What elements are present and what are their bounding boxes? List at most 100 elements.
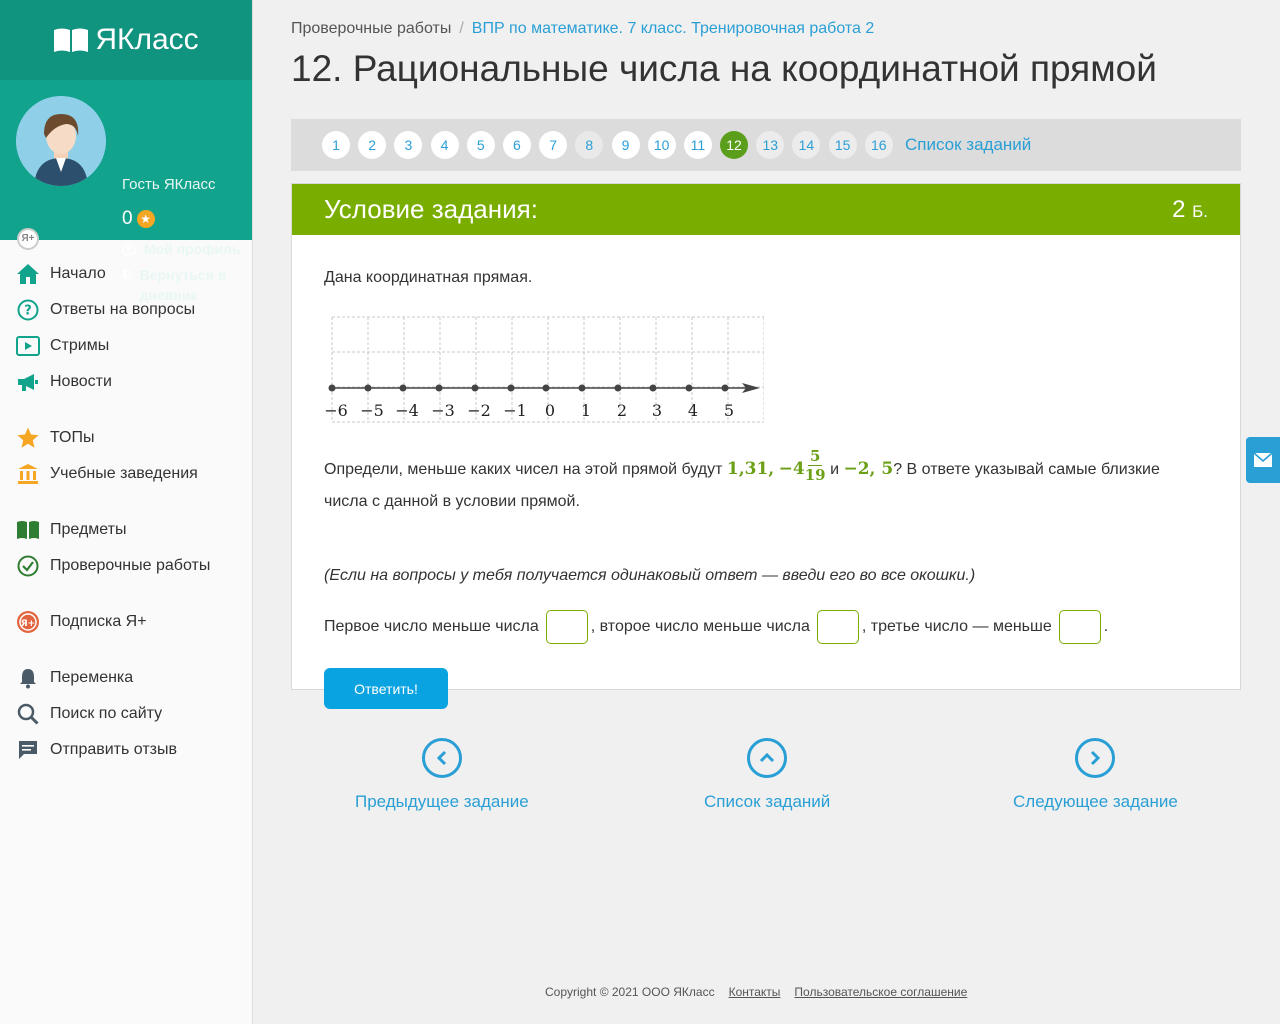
pager-page-12[interactable]: 12 <box>720 131 749 159</box>
task-header-title: Условие задания: <box>324 194 538 224</box>
pager-task-list-link[interactable]: Список заданий <box>905 135 1031 155</box>
task-body: Дана координатная прямая. −6 −5 −4 −3 −2 −1 0 1… <box>292 235 1240 709</box>
nav-label: Проверочные работы <box>50 557 211 574</box>
pager-page-15[interactable]: 15 <box>828 131 857 159</box>
answer-input-1[interactable] <box>545 610 588 644</box>
pager-page-7[interactable]: 7 <box>539 131 568 159</box>
sidebar: ЯКласс Я+ Гость ЯКласс 0 ★ Мой профиль В <box>0 0 253 1024</box>
nav-item-news[interactable]: Новости <box>0 364 252 400</box>
axis-point <box>507 384 515 392</box>
number-3: −2, 5 <box>843 459 894 479</box>
number-2-fraction: 5 19 <box>805 447 826 484</box>
yaplus-badge: Я+ <box>17 228 39 250</box>
nav-label: Стримы <box>50 337 110 354</box>
task-intro: Дана координатная прямая. <box>324 269 533 286</box>
pager-page-1[interactable]: 1 <box>322 131 350 159</box>
next-task-link[interactable]: Следующее задание <box>1013 738 1178 812</box>
task-points: 2 Б. <box>1172 196 1208 224</box>
pager-page-6[interactable]: 6 <box>502 131 531 159</box>
number-line: −6 −5 −4 −3 −2 −1 0 1 2 3 4 5 <box>324 316 764 423</box>
nav-item-search[interactable]: Поиск по сайту <box>0 696 252 732</box>
axis-point <box>649 384 657 392</box>
page-title: 12. Рациональные числа на координатной п… <box>291 48 1157 89</box>
axis-point <box>399 384 407 392</box>
nav-item-break[interactable]: Переменка <box>0 660 252 696</box>
user-box: Я+ Гость ЯКласс 0 ★ Мой профиль Вернутьс… <box>0 80 252 303</box>
task-list-label: Список заданий <box>704 792 831 811</box>
breadcrumb-item-vpr[interactable]: ВПР по математике. 7 класс. Тренировочна… <box>472 20 875 37</box>
nav-item-answers[interactable]: ? Ответы на вопросы <box>0 292 252 328</box>
number-1: 1,31, <box>726 459 775 479</box>
star-icon <box>16 426 40 450</box>
pager-pages: 1 2 3 4 5 6 7 8 9 10 11 12 13 14 15 16 <box>322 131 901 159</box>
nav-item-subscription[interactable]: Я+ Подписка Я+ <box>0 604 252 640</box>
axis-tick-label: 3 <box>652 401 662 420</box>
answer-input-2[interactable] <box>816 610 859 644</box>
search-icon <box>16 702 40 726</box>
answer-text-2: , второе число меньше числа <box>590 618 810 635</box>
nav-item-tops[interactable]: ТОПы <box>0 420 252 456</box>
contacts-link[interactable]: Контакты <box>729 985 781 999</box>
pager-page-5[interactable]: 5 <box>466 131 495 159</box>
answer-text-3: , третье число — меньше <box>861 618 1052 635</box>
answer-text-4: . <box>1103 618 1109 635</box>
question-prefix: Определи, меньше каких чисел на этой пря… <box>324 461 723 478</box>
copyright: Copyright © 2021 ООО ЯКласс <box>545 985 715 999</box>
axis-point <box>435 384 443 392</box>
task-question: Определи, меньше каких чисел на этой пря… <box>324 447 1204 518</box>
answer-text-1: Первое число меньше числа <box>324 618 539 635</box>
axis-point <box>542 384 550 392</box>
pager-page-10[interactable]: 10 <box>647 131 676 159</box>
nav-item-streams[interactable]: Стримы <box>0 328 252 364</box>
answer-row: Первое число меньше числа , второе число… <box>324 610 1108 644</box>
brand-name: ЯКласс <box>95 23 199 56</box>
nav-item-institutions[interactable]: Учебные заведения <box>0 456 252 492</box>
prev-task-link[interactable]: Предыдущее задание <box>355 738 529 812</box>
pager-page-11[interactable]: 11 <box>683 131 712 159</box>
axis-tick-label: 1 <box>581 401 591 420</box>
next-task-label: Следующее задание <box>1013 792 1178 811</box>
chevron-up-icon <box>747 738 788 778</box>
pager-page-2[interactable]: 2 <box>358 131 387 159</box>
nav-label: ТОПы <box>50 429 95 446</box>
feedback-tab[interactable] <box>1246 437 1280 483</box>
axis-point <box>685 384 693 392</box>
user-score: 0 ★ <box>122 208 155 230</box>
axis-point <box>578 384 586 392</box>
and-word: и <box>830 461 839 478</box>
pager-page-3[interactable]: 3 <box>394 131 423 159</box>
megaphone-icon <box>16 370 40 394</box>
pager-page-14[interactable]: 14 <box>792 131 821 159</box>
submit-answer-button[interactable]: Ответить! <box>324 668 448 709</box>
pager-page-8[interactable]: 8 <box>575 131 604 159</box>
answer-input-3[interactable] <box>1058 610 1101 644</box>
nav-item-home[interactable]: Начало <box>0 256 252 292</box>
axis-tick-label: 4 <box>688 401 698 420</box>
breadcrumb-item-tests[interactable]: Проверочные работы <box>291 20 451 37</box>
nav-label: Новости <box>50 373 112 390</box>
question-icon: ? <box>16 298 40 322</box>
points-value: 2 <box>1172 195 1186 223</box>
pager-page-13[interactable]: 13 <box>756 131 785 159</box>
nav-item-subjects[interactable]: Предметы <box>0 512 252 548</box>
axis-tick-label: −1 <box>503 401 527 420</box>
nav-label: Поиск по сайту <box>50 705 163 722</box>
pager-page-9[interactable]: 9 <box>611 131 640 159</box>
nav-item-feedback[interactable]: Отправить отзыв <box>0 732 252 768</box>
pager-page-4[interactable]: 4 <box>430 131 459 159</box>
pager-page-16[interactable]: 16 <box>864 131 893 159</box>
chevron-right-icon <box>1075 738 1116 778</box>
logo[interactable]: ЯКласс <box>53 23 199 57</box>
axis-tick-label: 5 <box>724 401 734 420</box>
nav-label: Ответы на вопросы <box>50 301 196 318</box>
my-profile-link[interactable]: Мой профиль <box>122 241 241 257</box>
nav-item-tests[interactable]: Проверочные работы <box>0 548 252 584</box>
task-hint: (Если на вопросы у тебя получается одина… <box>324 567 976 584</box>
task-list-link[interactable]: Список заданий <box>704 738 830 812</box>
book-logo-icon <box>54 28 89 52</box>
building-icon <box>16 462 40 486</box>
avatar[interactable] <box>16 96 106 186</box>
fraction-denominator: 19 <box>804 466 826 485</box>
score-value: 0 <box>122 208 133 229</box>
agreement-link[interactable]: Пользовательское соглашение <box>794 985 967 999</box>
